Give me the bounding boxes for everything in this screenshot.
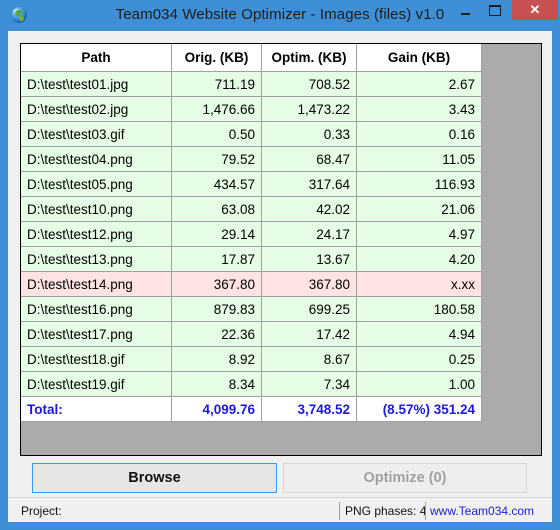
cell-path[interactable]: D:\test\test01.jpg bbox=[21, 71, 172, 97]
cell-orig[interactable]: 17.87 bbox=[171, 246, 262, 272]
browse-button[interactable]: Browse bbox=[32, 463, 277, 493]
cell-optim[interactable]: 708.52 bbox=[261, 71, 357, 97]
status-separator bbox=[425, 502, 426, 520]
cell-path[interactable]: D:\test\test18.gif bbox=[21, 346, 172, 372]
window-title: Team034 Website Optimizer - Images (file… bbox=[115, 6, 445, 23]
optimize-button[interactable]: Optimize (0) bbox=[283, 463, 527, 493]
total-label: Total: bbox=[21, 396, 172, 422]
table-row[interactable]: D:\test\test10.png 63.08 42.02 21.06 bbox=[21, 196, 482, 222]
table-row[interactable]: D:\test\test05.png 434.57 317.64 116.93 bbox=[21, 171, 482, 197]
close-icon: ✕ bbox=[529, 2, 541, 17]
total-row: Total: 4,099.76 3,748.52 (8.57%) 351.24 bbox=[21, 396, 482, 422]
table-row[interactable]: D:\test\test17.png 22.36 17.42 4.94 bbox=[21, 321, 482, 347]
cell-path[interactable]: D:\test\test16.png bbox=[21, 296, 172, 322]
cell-gain[interactable]: 1.00 bbox=[356, 371, 482, 397]
cell-optim[interactable]: 7.34 bbox=[261, 371, 357, 397]
table-row[interactable]: D:\test\test19.gif 8.34 7.34 1.00 bbox=[21, 371, 482, 397]
status-bar: Project: PNG phases: 4 www.Team034.com bbox=[8, 497, 552, 523]
table-row[interactable]: D:\test\test04.png 79.52 68.47 11.05 bbox=[21, 146, 482, 172]
cell-path[interactable]: D:\test\test10.png bbox=[21, 196, 172, 222]
column-header-orig[interactable]: Orig. (KB) bbox=[171, 44, 262, 72]
cell-orig[interactable]: 0.50 bbox=[171, 121, 262, 147]
cell-orig[interactable]: 879.83 bbox=[171, 296, 262, 322]
total-orig: 4,099.76 bbox=[171, 396, 262, 422]
cell-orig[interactable]: 29.14 bbox=[171, 221, 262, 247]
table-row[interactable]: D:\test\test16.png 879.83 699.25 180.58 bbox=[21, 296, 482, 322]
cell-optim[interactable]: 42.02 bbox=[261, 196, 357, 222]
cell-optim[interactable]: 13.67 bbox=[261, 246, 357, 272]
total-gain: (8.57%) 351.24 bbox=[356, 396, 482, 422]
cell-gain[interactable]: 4.97 bbox=[356, 221, 482, 247]
cell-orig[interactable]: 1,476.66 bbox=[171, 96, 262, 122]
cell-orig[interactable]: 63.08 bbox=[171, 196, 262, 222]
column-header-optim[interactable]: Optim. (KB) bbox=[261, 44, 357, 72]
table-row[interactable]: D:\test\test01.jpg 711.19 708.52 2.67 bbox=[21, 71, 482, 97]
cell-orig[interactable]: 79.52 bbox=[171, 146, 262, 172]
maximize-icon[interactable] bbox=[489, 5, 501, 16]
cell-optim[interactable]: 699.25 bbox=[261, 296, 357, 322]
cell-orig[interactable]: 711.19 bbox=[171, 71, 262, 97]
cell-orig[interactable]: 22.36 bbox=[171, 321, 262, 347]
cell-gain[interactable]: 0.16 bbox=[356, 121, 482, 147]
cell-orig[interactable]: 8.34 bbox=[171, 371, 262, 397]
cell-optim[interactable]: 24.17 bbox=[261, 221, 357, 247]
cell-optim[interactable]: 8.67 bbox=[261, 346, 357, 372]
cell-path[interactable]: D:\test\test19.gif bbox=[21, 371, 172, 397]
cell-path[interactable]: D:\test\test17.png bbox=[21, 321, 172, 347]
close-button[interactable]: ✕ bbox=[512, 0, 558, 20]
cell-optim[interactable]: 1,473.22 bbox=[261, 96, 357, 122]
results-table: Path Orig. (KB) Optim. (KB) Gain (KB) D:… bbox=[21, 44, 482, 422]
website-link[interactable]: www.Team034.com bbox=[430, 504, 534, 518]
cell-gain[interactable]: 3.43 bbox=[356, 96, 482, 122]
project-label: Project: bbox=[21, 504, 62, 518]
minimize-icon[interactable] bbox=[461, 13, 470, 15]
cell-optim[interactable]: 317.64 bbox=[261, 171, 357, 197]
cell-path[interactable]: D:\test\test12.png bbox=[21, 221, 172, 247]
cell-orig[interactable]: 367.80 bbox=[171, 271, 262, 297]
cell-path[interactable]: D:\test\test14.png bbox=[21, 271, 172, 297]
client-area: Path Orig. (KB) Optim. (KB) Gain (KB) D:… bbox=[8, 31, 552, 522]
cell-orig[interactable]: 8.92 bbox=[171, 346, 262, 372]
cell-gain[interactable]: 0.25 bbox=[356, 346, 482, 372]
table-row[interactable]: D:\test\test02.jpg 1,476.66 1,473.22 3.43 bbox=[21, 96, 482, 122]
results-grid[interactable]: Path Orig. (KB) Optim. (KB) Gain (KB) D:… bbox=[20, 43, 542, 456]
column-header-path[interactable]: Path bbox=[21, 44, 172, 72]
table-row[interactable]: D:\test\test13.png 17.87 13.67 4.20 bbox=[21, 246, 482, 272]
cell-path[interactable]: D:\test\test03.gif bbox=[21, 121, 172, 147]
table-row[interactable]: D:\test\test03.gif 0.50 0.33 0.16 bbox=[21, 121, 482, 147]
cell-gain[interactable]: 4.20 bbox=[356, 246, 482, 272]
cell-path[interactable]: D:\test\test02.jpg bbox=[21, 96, 172, 122]
cell-gain[interactable]: 11.05 bbox=[356, 146, 482, 172]
cell-gain[interactable]: 180.58 bbox=[356, 296, 482, 322]
cell-gain[interactable]: 4.94 bbox=[356, 321, 482, 347]
title-bar[interactable]: Team034 Website Optimizer - Images (file… bbox=[0, 0, 560, 31]
cell-orig[interactable]: 434.57 bbox=[171, 171, 262, 197]
table-row[interactable]: D:\test\test12.png 29.14 24.17 4.97 bbox=[21, 221, 482, 247]
cell-gain[interactable]: 116.93 bbox=[356, 171, 482, 197]
png-phases-status: PNG phases: 4 bbox=[345, 504, 427, 518]
cell-optim[interactable]: 0.33 bbox=[261, 121, 357, 147]
header-row: Path Orig. (KB) Optim. (KB) Gain (KB) bbox=[21, 44, 482, 72]
cell-gain[interactable]: 21.06 bbox=[356, 196, 482, 222]
table-row[interactable]: D:\test\test18.gif 8.92 8.67 0.25 bbox=[21, 346, 482, 372]
status-separator bbox=[339, 502, 340, 520]
cell-gain[interactable]: x.xx bbox=[356, 271, 482, 297]
cell-optim[interactable]: 17.42 bbox=[261, 321, 357, 347]
cell-path[interactable]: D:\test\test04.png bbox=[21, 146, 172, 172]
app-window: Team034 Website Optimizer - Images (file… bbox=[0, 0, 560, 530]
table-row-error[interactable]: D:\test\test14.png 367.80 367.80 x.xx bbox=[21, 271, 482, 297]
cell-optim[interactable]: 367.80 bbox=[261, 271, 357, 297]
column-header-gain[interactable]: Gain (KB) bbox=[356, 44, 482, 72]
cell-path[interactable]: D:\test\test05.png bbox=[21, 171, 172, 197]
cell-gain[interactable]: 2.67 bbox=[356, 71, 482, 97]
cell-optim[interactable]: 68.47 bbox=[261, 146, 357, 172]
cell-path[interactable]: D:\test\test13.png bbox=[21, 246, 172, 272]
total-optim: 3,748.52 bbox=[261, 396, 357, 422]
